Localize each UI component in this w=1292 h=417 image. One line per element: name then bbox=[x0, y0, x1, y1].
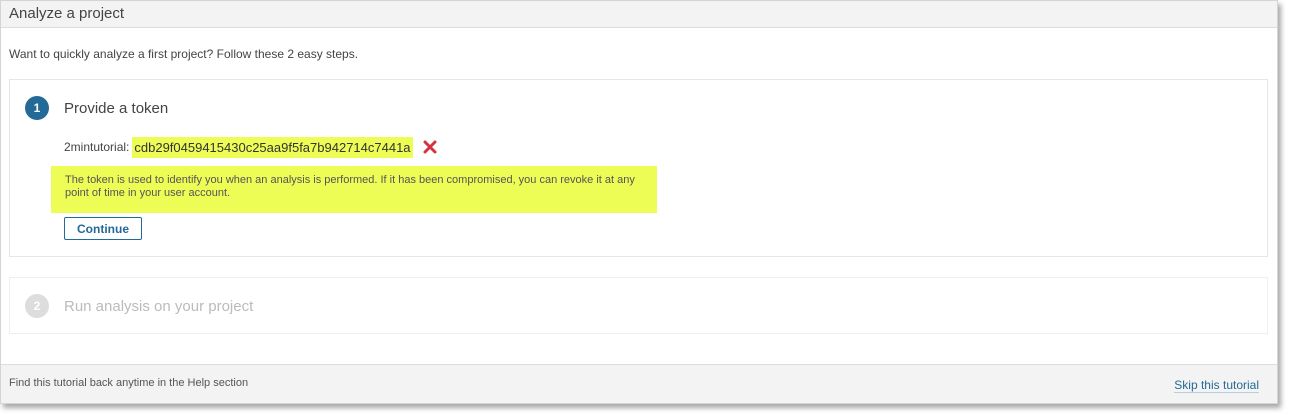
intro-text: Want to quickly analyze a first project?… bbox=[9, 47, 359, 61]
close-icon[interactable] bbox=[423, 140, 437, 154]
step-title: Run analysis on your project bbox=[64, 298, 254, 315]
panel-footer: Find this tutorial back anytime in the H… bbox=[1, 364, 1277, 403]
panel-title: Analyze a project bbox=[9, 5, 125, 22]
token-note: The token is used to identify you when a… bbox=[51, 166, 657, 213]
step-number-badge: 1 bbox=[25, 96, 49, 120]
panel-header: Analyze a project bbox=[1, 1, 1277, 28]
skip-tutorial-link[interactable]: Skip this tutorial bbox=[1174, 378, 1259, 393]
step-number-badge: 2 bbox=[25, 294, 49, 318]
tutorial-panel: Analyze a project Want to quickly analyz… bbox=[0, 0, 1278, 404]
token-value: cdb29f0459415430c25aa9f5fa7b942714c7441a bbox=[132, 136, 413, 158]
step-run-analysis: 2 Run analysis on your project bbox=[9, 277, 1268, 334]
token-label: 2mintutorial: bbox=[64, 140, 130, 154]
step-title: Provide a token bbox=[64, 100, 169, 117]
continue-button[interactable]: Continue bbox=[64, 217, 142, 240]
footer-help-text: Find this tutorial back anytime in the H… bbox=[9, 377, 249, 389]
step-provide-token: 1 Provide a token 2mintutorial: cdb29f04… bbox=[9, 79, 1268, 257]
token-row: 2mintutorial: cdb29f0459415430c25aa9f5fa… bbox=[64, 136, 437, 158]
